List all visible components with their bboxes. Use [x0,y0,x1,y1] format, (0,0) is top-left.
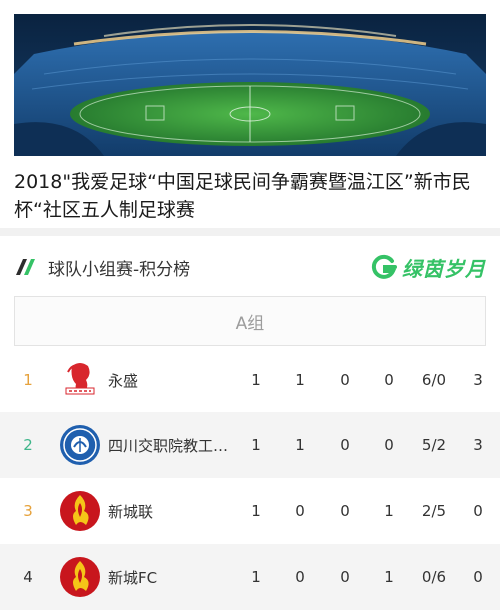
stat-won: 1 [295,436,305,454]
event-title: 2018"我爱足球“中国足球民间争霸赛暨温江区”新市民杯“社区五人制足球赛 [14,171,471,221]
stat-drawn: 0 [340,502,350,520]
stat-lost: 1 [384,568,394,586]
stat-goals: 2/5 [421,502,447,520]
group-label: A组 [235,313,265,334]
stat-points: 3 [473,371,483,389]
rank: 3 [23,502,33,520]
section-divider [0,228,500,236]
section-title: 球队小组赛-积分榜 [48,259,191,280]
group-tab[interactable]: A组 [14,296,486,346]
team-name: 新城FC [108,568,158,587]
stat-drawn: 0 [340,568,350,586]
table-row[interactable]: 2 四川交职院教工… 1 1 0 0 5/2 3 [0,412,500,478]
stat-played: 1 [251,502,261,520]
team-name: 四川交职院教工… [108,436,229,455]
school-logo [60,425,100,465]
section-header: 球队小组赛-积分榜 绿茵岁月 [14,250,486,284]
g-logo-icon [371,254,397,279]
stat-goals: 0/6 [421,568,447,586]
brand-text: 绿茵岁月 [402,256,486,281]
rank: 1 [23,371,33,389]
stat-points: 0 [473,502,483,520]
stat-drawn: 0 [340,371,350,389]
table-row[interactable]: 4 新城FC 1 0 0 1 0/6 0 [0,544,500,610]
yongsheng-logo [65,363,95,395]
football-stadium-image [14,14,486,156]
stadium-banner-image [14,14,486,156]
stat-won: 0 [295,502,305,520]
table-row[interactable]: 1 永盛 1 1 0 0 6/0 3 [0,348,500,412]
rank: 2 [23,436,33,454]
stat-points: 0 [473,568,483,586]
stat-drawn: 0 [340,436,350,454]
stat-goals: 5/2 [421,436,447,454]
stat-points: 3 [473,436,483,454]
stat-lost: 0 [384,371,394,389]
xinchenglian-logo [60,491,100,531]
standings-table: 1 永盛 1 1 0 0 6/0 3 2 四川交职院教工… 1 1 0 0 5/… [0,348,500,610]
brand-logo: 绿茵岁月 [370,252,486,282]
stat-played: 1 [251,436,261,454]
stripes-icon [16,259,35,275]
table-row[interactable]: 3 新城联 1 0 0 1 2/5 0 [0,478,500,544]
team-name: 新城联 [108,502,154,521]
stat-played: 1 [251,371,261,389]
stat-won: 0 [295,568,305,586]
xinchengfc-logo [60,557,100,597]
stat-goals: 6/0 [421,371,447,389]
stat-lost: 0 [384,436,394,454]
rank: 4 [23,568,33,586]
stat-won: 1 [295,371,305,389]
stat-played: 1 [251,568,261,586]
team-name: 永盛 [108,371,139,390]
stat-lost: 1 [384,502,394,520]
